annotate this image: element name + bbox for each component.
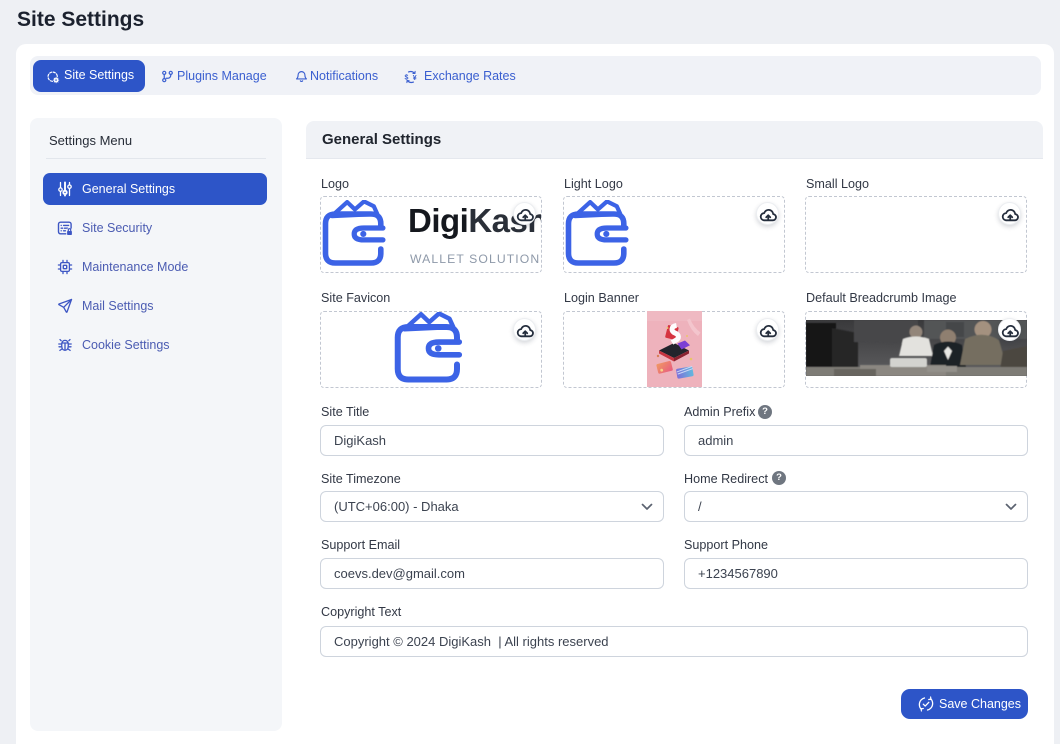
svg-text:¥: ¥ xyxy=(413,75,417,82)
svg-text:$: $ xyxy=(404,74,408,81)
